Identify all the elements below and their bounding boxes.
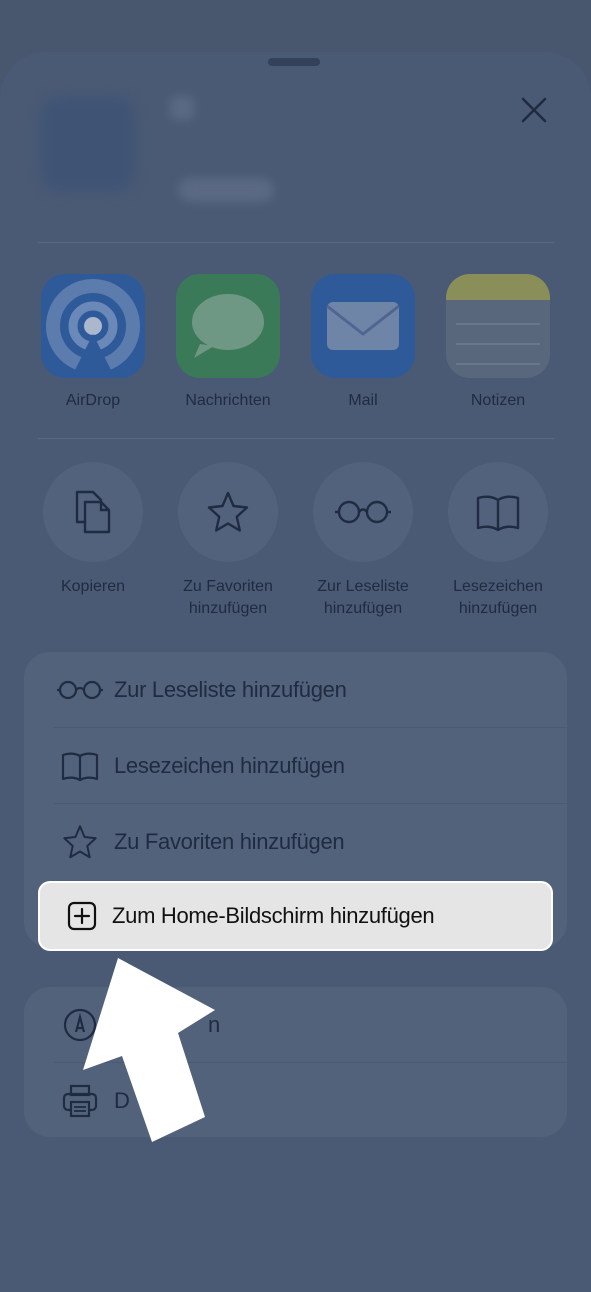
- pointer-arrow-icon: [83, 958, 215, 1142]
